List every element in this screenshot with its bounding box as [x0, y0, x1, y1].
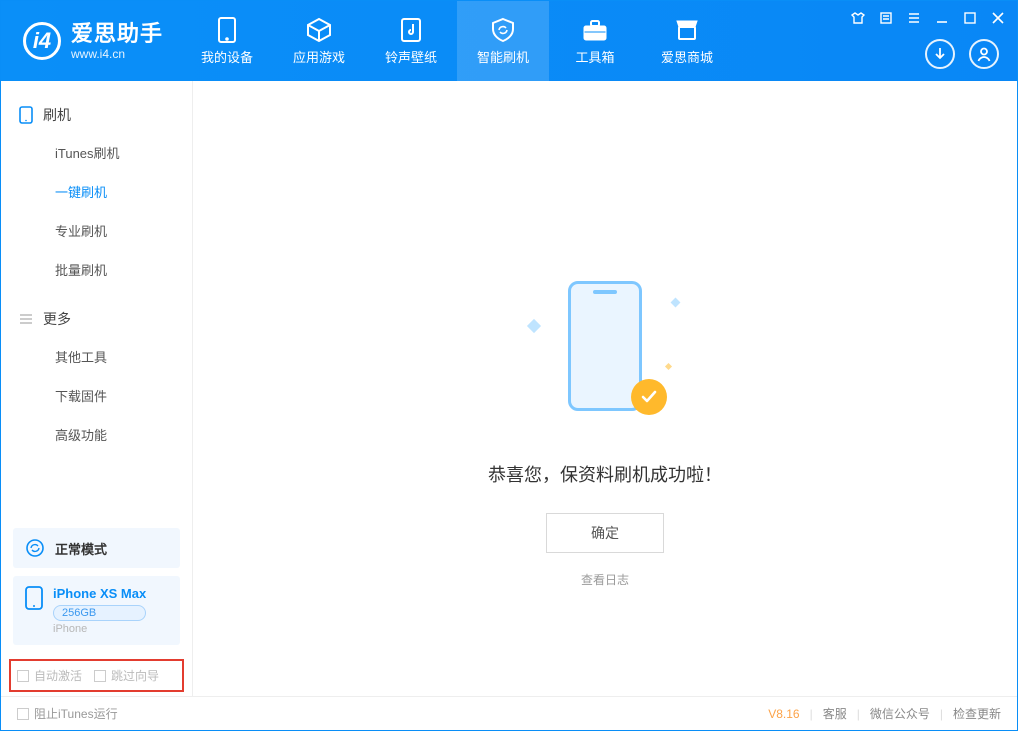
device-mode-card[interactable]: 正常模式	[13, 528, 180, 568]
sidebar-item-download-firmware[interactable]: 下载固件	[1, 376, 192, 415]
sidebar-group-more: 更多	[1, 301, 192, 337]
checkbox-icon	[94, 670, 106, 682]
sidebar-item-itunes-flash[interactable]: iTunes刷机	[1, 133, 192, 172]
nav-apps-games[interactable]: 应用游戏	[273, 1, 365, 81]
ok-button[interactable]: 确定	[546, 513, 664, 553]
device-icon	[214, 17, 240, 43]
footer-link-wechat[interactable]: 微信公众号	[870, 705, 930, 722]
device-mode-label: 正常模式	[55, 539, 107, 558]
check-badge-icon	[631, 379, 667, 415]
user-button[interactable]	[969, 39, 999, 69]
checkbox-label: 跳过向导	[111, 667, 159, 684]
checkbox-icon	[17, 708, 29, 720]
checkbox-auto-activate[interactable]: 自动激活	[17, 667, 82, 684]
device-type: iPhone	[53, 623, 146, 635]
shirt-icon[interactable]	[849, 9, 867, 27]
app-name: 爱思助手	[71, 21, 163, 47]
divider: |	[810, 707, 813, 721]
view-log-link[interactable]: 查看日志	[581, 571, 629, 588]
success-illustration	[535, 281, 675, 421]
checkbox-skip-guide[interactable]: 跳过向导	[94, 667, 159, 684]
divider: |	[857, 707, 860, 721]
checkbox-icon	[17, 670, 29, 682]
nav-toolbox[interactable]: 工具箱	[549, 1, 641, 81]
nav-label: 工具箱	[576, 47, 615, 66]
logo-icon: i4	[23, 22, 61, 60]
checkbox-label: 阻止iTunes运行	[34, 705, 118, 722]
checkbox-label: 自动激活	[34, 667, 82, 684]
close-button[interactable]	[989, 9, 1007, 27]
app-logo: i4 爱思助手 www.i4.cn	[1, 1, 181, 81]
footer-link-update[interactable]: 检查更新	[953, 705, 1001, 722]
header-actions	[925, 39, 999, 69]
flash-options-row: 自动激活 跳过向导	[9, 659, 184, 692]
app-header: i4 爱思助手 www.i4.cn 我的设备 应用游戏 铃声壁纸	[1, 1, 1017, 81]
nav-ringtones[interactable]: 铃声壁纸	[365, 1, 457, 81]
nav-label: 爱思商城	[661, 47, 713, 66]
sidebar-item-batch-flash[interactable]: 批量刷机	[1, 250, 192, 289]
footer-link-support[interactable]: 客服	[823, 705, 847, 722]
main-content: 恭喜您，保资料刷机成功啦！ 确定 查看日志	[193, 81, 1017, 696]
version-label: V8.16	[768, 707, 799, 721]
store-icon	[674, 17, 700, 43]
status-bar: 阻止iTunes运行 V8.16 | 客服 | 微信公众号 | 检查更新	[1, 696, 1017, 730]
checkbox-block-itunes[interactable]: 阻止iTunes运行	[17, 705, 118, 722]
sync-icon	[25, 538, 45, 558]
window-controls	[849, 9, 1007, 27]
minimize-button[interactable]	[933, 9, 951, 27]
sparkle-icon	[527, 319, 541, 333]
phone-icon	[25, 586, 43, 610]
nav-label: 我的设备	[201, 47, 253, 66]
nav-label: 智能刷机	[477, 47, 529, 66]
sidebar-item-pro-flash[interactable]: 专业刷机	[1, 211, 192, 250]
phone-icon	[19, 106, 33, 124]
divider: |	[940, 707, 943, 721]
success-message: 恭喜您，保资料刷机成功啦！	[488, 461, 722, 487]
top-nav: 我的设备 应用游戏 铃声壁纸 智能刷机 工具箱	[181, 1, 733, 81]
device-name: iPhone XS Max	[53, 586, 146, 601]
sparkle-icon	[665, 363, 672, 370]
sparkle-icon	[671, 298, 681, 308]
nav-smart-flash[interactable]: 智能刷机	[457, 1, 549, 81]
device-capacity: 256GB	[53, 605, 146, 621]
sidebar: 刷机 iTunes刷机 一键刷机 专业刷机 批量刷机 更多 其他工具 下载固件 …	[1, 81, 193, 696]
sidebar-item-advanced[interactable]: 高级功能	[1, 415, 192, 454]
nav-store[interactable]: 爱思商城	[641, 1, 733, 81]
download-button[interactable]	[925, 39, 955, 69]
sidebar-item-other-tools[interactable]: 其他工具	[1, 337, 192, 376]
maximize-button[interactable]	[961, 9, 979, 27]
menu-lines-icon	[19, 312, 33, 326]
note-icon[interactable]	[877, 9, 895, 27]
group-title: 刷机	[43, 105, 71, 125]
nav-label: 铃声壁纸	[385, 47, 437, 66]
nav-my-device[interactable]: 我的设备	[181, 1, 273, 81]
sidebar-group-flash: 刷机	[1, 97, 192, 133]
shield-sync-icon	[490, 17, 516, 43]
toolbox-icon	[582, 17, 608, 43]
nav-label: 应用游戏	[293, 47, 345, 66]
menu-icon[interactable]	[905, 9, 923, 27]
music-note-icon	[398, 17, 424, 43]
app-url: www.i4.cn	[71, 47, 163, 61]
sidebar-item-oneclick-flash[interactable]: 一键刷机	[1, 172, 192, 211]
group-title: 更多	[43, 309, 71, 329]
cube-icon	[306, 17, 332, 43]
device-info-card[interactable]: iPhone XS Max 256GB iPhone	[13, 576, 180, 645]
